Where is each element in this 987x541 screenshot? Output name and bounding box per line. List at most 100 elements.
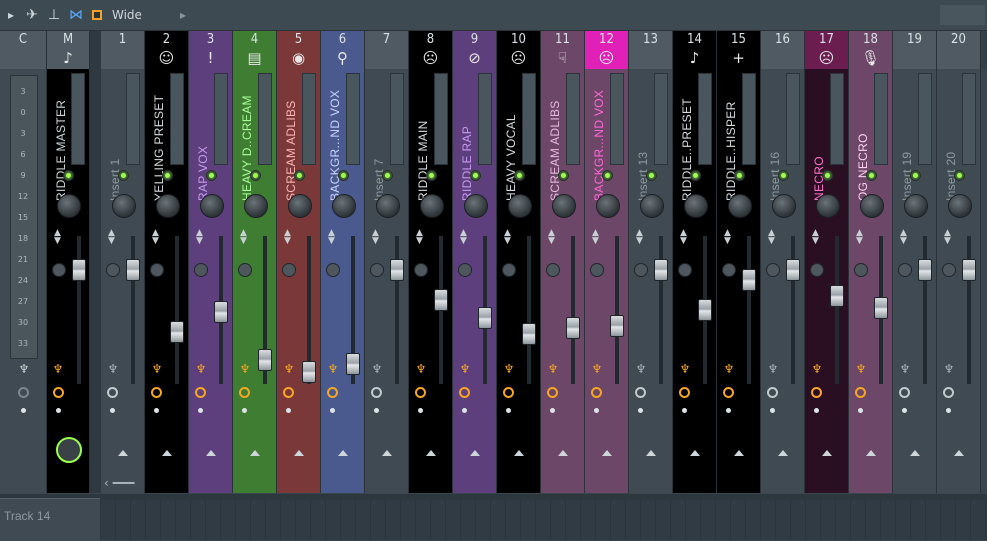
channel-header[interactable]: 13 <box>629 31 672 69</box>
send-arrow-icon[interactable] <box>514 450 524 456</box>
pan-knob[interactable] <box>376 194 400 218</box>
bulb-icon[interactable]: ♆ <box>239 362 251 376</box>
clock-icon[interactable] <box>591 387 602 398</box>
stereo-knob[interactable] <box>326 263 340 277</box>
clock-icon[interactable] <box>195 387 206 398</box>
route-dot[interactable] <box>902 408 907 413</box>
stereo-arrows-icon[interactable]: ▲ ▼ <box>810 229 821 251</box>
stereo-arrows-icon[interactable]: ▲ ▼ <box>414 229 425 251</box>
clock-icon[interactable] <box>767 387 778 398</box>
mute-led[interactable] <box>866 170 877 181</box>
pan-knob[interactable] <box>420 194 444 218</box>
stereo-arrows-icon[interactable]: ▲ ▼ <box>546 229 557 251</box>
bulb-icon[interactable]: ♆ <box>283 362 295 376</box>
pan-knob[interactable] <box>772 194 796 218</box>
stereo-knob[interactable] <box>194 263 208 277</box>
route-dot[interactable] <box>770 408 775 413</box>
pan-knob[interactable] <box>816 194 840 218</box>
pan-knob[interactable] <box>860 194 884 218</box>
mixer-strip-5[interactable]: 5 ◉ SCREAM ADLIBS ▲ ▼ ♆ <box>277 31 321 493</box>
channel-header[interactable]: 1 <box>101 31 144 69</box>
stereo-knob[interactable] <box>546 263 560 277</box>
stereo-knob[interactable] <box>238 263 252 277</box>
stereo-arrows-icon[interactable]: ▲ ▼ <box>502 229 513 251</box>
bulb-icon[interactable]: ♆ <box>459 362 471 376</box>
send-arrow-icon[interactable] <box>778 450 788 456</box>
stereo-arrows-icon[interactable]: ▲ ▼ <box>722 229 733 251</box>
send-arrow-icon[interactable] <box>162 450 172 456</box>
master-header[interactable]: M ♪ <box>47 31 89 69</box>
clock-icon[interactable] <box>53 387 64 398</box>
track-header[interactable]: Track 14 <box>0 498 100 541</box>
clock-icon[interactable] <box>679 387 690 398</box>
send-arrow-icon[interactable] <box>338 450 348 456</box>
stereo-knob[interactable] <box>854 263 868 277</box>
layout-icon[interactable] <box>90 0 104 30</box>
pan-knob[interactable] <box>904 194 928 218</box>
mixer-strip-14[interactable]: 14 ♪ RIDDLE..PRESET ▲ ▼ ♆ <box>673 31 717 493</box>
channel-header[interactable]: 9 ⊘ <box>453 31 496 69</box>
bulb-icon[interactable]: ♆ <box>151 362 163 376</box>
channel-header[interactable]: 6 ⚲ <box>321 31 364 69</box>
route-dot[interactable] <box>110 408 115 413</box>
pan-knob[interactable] <box>552 194 576 218</box>
volume-fader[interactable] <box>654 259 668 281</box>
bulb-icon[interactable]: ♆ <box>195 362 207 376</box>
clock-icon[interactable] <box>899 387 910 398</box>
channel-header[interactable]: 10 ☹ <box>497 31 540 69</box>
clock-icon[interactable] <box>327 387 338 398</box>
bulb-icon[interactable]: ♆ <box>899 362 911 376</box>
volume-fader[interactable] <box>698 299 712 321</box>
send-arrow-icon[interactable] <box>910 450 920 456</box>
mixer-strip-19[interactable]: 19 Insert 19 ▲ ▼ ♆ <box>893 31 937 493</box>
send-arrow-icon[interactable] <box>602 450 612 456</box>
stereo-knob[interactable] <box>678 263 692 277</box>
bulb-icon[interactable]: ♆ <box>943 362 955 376</box>
stereo-knob[interactable] <box>942 263 956 277</box>
bulb-icon[interactable]: ♆ <box>415 362 427 376</box>
route-dot[interactable] <box>21 408 26 413</box>
route-dot[interactable] <box>286 408 291 413</box>
mute-led[interactable] <box>954 170 965 181</box>
mute-led[interactable] <box>206 170 217 181</box>
stereo-arrows-icon[interactable]: ▲ ▼ <box>106 229 117 251</box>
channel-header[interactable]: 4 ▤ <box>233 31 276 69</box>
stereo-knob[interactable] <box>150 263 164 277</box>
mixer-strip-10[interactable]: 10 ☹ HEAVY VOCAL ▲ ▼ ♆ <box>497 31 541 493</box>
stereo-arrows-icon[interactable]: ▲ ▼ <box>942 229 953 251</box>
clock-icon[interactable] <box>151 387 162 398</box>
playlist-grid[interactable] <box>101 500 987 540</box>
layout-preset-label[interactable]: Wide <box>112 0 152 30</box>
pan-knob[interactable] <box>596 194 620 218</box>
route-dot[interactable] <box>198 408 203 413</box>
route-dot[interactable] <box>550 408 555 413</box>
clock-icon[interactable] <box>855 387 866 398</box>
stereo-arrows-icon[interactable]: ▲ ▼ <box>634 229 645 251</box>
channel-header[interactable]: 2 ☺ <box>145 31 188 69</box>
pan-knob[interactable] <box>640 194 664 218</box>
route-dot[interactable] <box>56 408 61 413</box>
channel-header[interactable]: 5 ◉ <box>277 31 320 69</box>
volume-fader[interactable] <box>390 259 404 281</box>
send-arrow-icon[interactable] <box>426 450 436 456</box>
clock-icon[interactable] <box>811 387 822 398</box>
route-dot[interactable] <box>242 408 247 413</box>
mixer-strip-2[interactable]: 2 ☺ YELLING PRESET ▲ ▼ ♆ <box>145 31 189 493</box>
bulb-icon[interactable]: ♆ <box>327 362 339 376</box>
pan-knob[interactable] <box>112 194 136 218</box>
send-knob[interactable] <box>56 437 82 463</box>
mixer-strip-3[interactable]: 3! RAP VOX ▲ ▼ ♆ <box>189 31 233 493</box>
mixer-strip-17[interactable]: 17 ☹ NECRO ▲ ▼ ♆ <box>805 31 849 493</box>
preset-arrow-icon[interactable]: ▸ <box>178 0 188 30</box>
mixer-strip-15[interactable]: 15 + RIDDLE..HISPER ▲ ▼ ♆ <box>717 31 761 493</box>
stereo-arrows-icon[interactable]: ▲ ▼ <box>370 229 381 251</box>
pan-knob[interactable] <box>684 194 708 218</box>
channel-header[interactable]: 7 <box>365 31 408 69</box>
scroll-handle[interactable] <box>940 5 985 25</box>
mute-led[interactable] <box>294 170 305 181</box>
route-dot[interactable] <box>154 408 159 413</box>
mixer-strip-1[interactable]: 1 Insert 1 ▲ ▼ ♆ <box>101 31 145 493</box>
send-arrow-icon[interactable] <box>822 450 832 456</box>
route-dot[interactable] <box>506 408 511 413</box>
bulb-icon[interactable]: ♆ <box>371 362 383 376</box>
